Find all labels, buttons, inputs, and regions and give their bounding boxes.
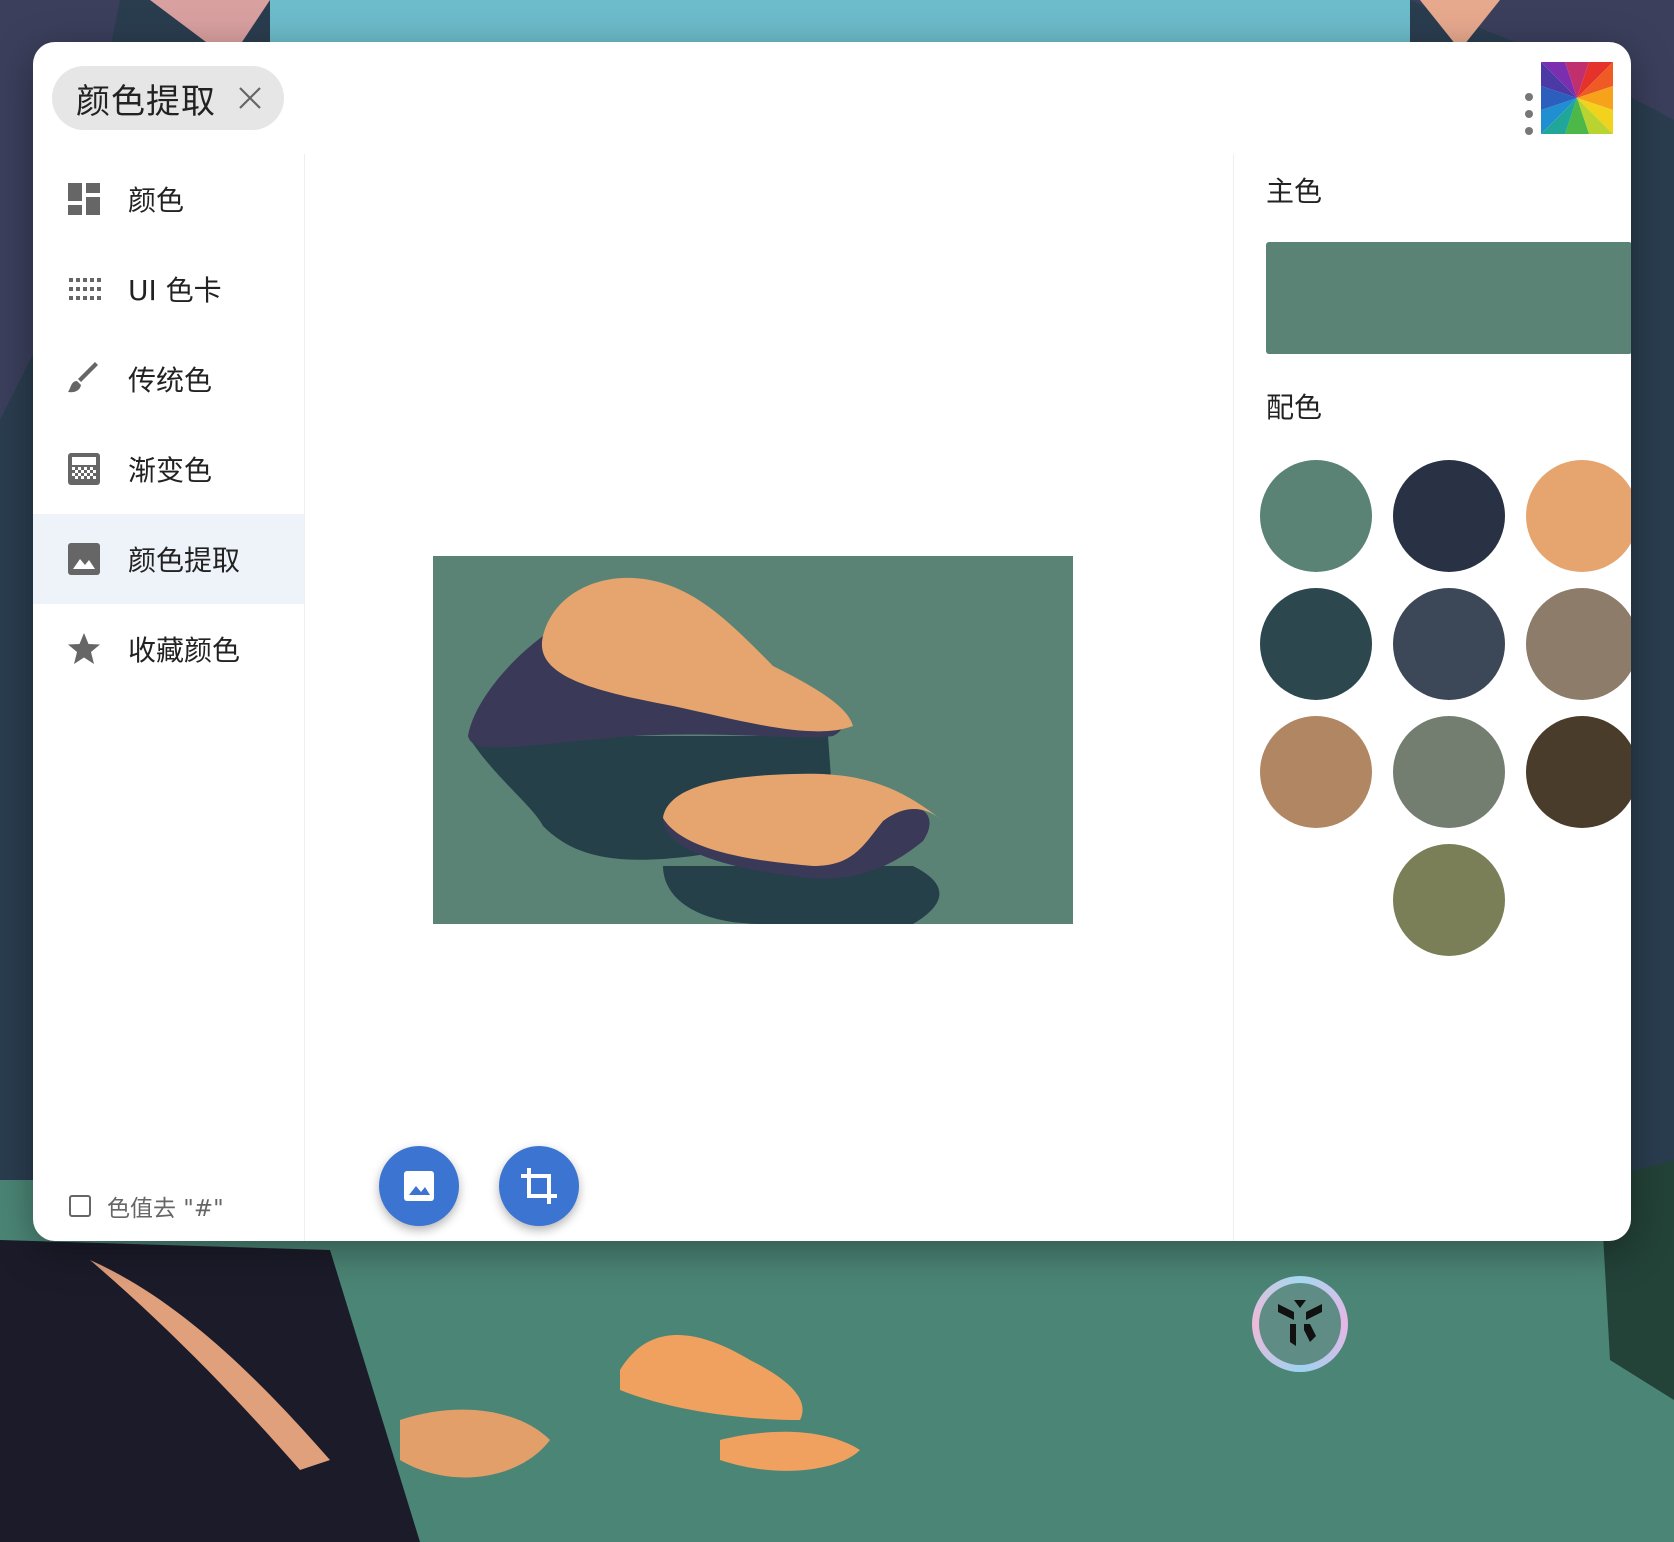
choose-image-button[interactable]	[379, 1146, 459, 1226]
sidebar-item-traditional[interactable]: 传统色	[33, 334, 304, 424]
preview-image	[433, 556, 1073, 924]
sidebar-item-colors[interactable]: 颜色	[33, 154, 304, 244]
crop-image-button[interactable]	[499, 1146, 579, 1226]
color-swatch[interactable]	[1526, 460, 1631, 572]
close-icon[interactable]	[236, 84, 264, 112]
tab-title: 颜色提取	[76, 81, 216, 122]
color-swatch[interactable]	[1393, 460, 1505, 572]
color-swatch[interactable]	[1393, 588, 1505, 700]
sidebar-item-label: UI 色卡	[128, 274, 222, 307]
color-swatch[interactable]	[1260, 588, 1372, 700]
color-swatch[interactable]	[1260, 460, 1372, 572]
sidebar-item-gradient[interactable]: 渐变色	[33, 424, 304, 514]
more-vertical-icon	[1525, 93, 1533, 135]
assistant-logo-icon	[1278, 1300, 1322, 1346]
color-swatch[interactable]	[1260, 716, 1372, 828]
color-swatch[interactable]	[1393, 844, 1505, 956]
color-wheel-logo	[1541, 62, 1613, 134]
floating-assistant-button[interactable]	[1252, 1276, 1348, 1372]
color-swatch[interactable]	[1526, 716, 1631, 828]
app-window: 颜色提取 颜色 UI 色卡 传统色 渐变色 颜色提取 收藏颜色 色值去 "#" …	[33, 42, 1631, 1241]
sidebar-item-label: 颜色	[128, 184, 185, 217]
sidebar-item-color-extract[interactable]: 颜色提取	[33, 514, 304, 604]
sidebar-item-ui-cards[interactable]: UI 色卡	[33, 244, 304, 334]
palette-panel: 主色 配色	[1233, 154, 1631, 1241]
star-icon	[67, 632, 101, 666]
grid-dots-icon	[67, 272, 101, 306]
image-preview-area	[305, 154, 1233, 1241]
primary-color-swatch[interactable]	[1266, 242, 1631, 354]
sidebar-item-label: 颜色提取	[128, 544, 241, 577]
image-icon	[404, 1171, 434, 1201]
gradient-icon	[67, 452, 101, 486]
sidebar: 颜色 UI 色卡 传统色 渐变色 颜色提取 收藏颜色 色值去 "#"	[33, 154, 305, 1241]
crop-icon	[521, 1168, 557, 1204]
color-swatch[interactable]	[1393, 716, 1505, 828]
sidebar-item-label: 收藏颜色	[128, 634, 241, 667]
sidebar-item-label: 渐变色	[128, 454, 213, 487]
tab-color-extract[interactable]: 颜色提取	[52, 66, 284, 130]
remove-hash-label: 色值去 "#"	[107, 1196, 224, 1222]
sidebar-item-label: 传统色	[128, 364, 213, 397]
checkbox-icon[interactable]	[69, 1195, 91, 1217]
primary-color-title: 主色	[1266, 175, 1323, 208]
scheme-colors-title: 配色	[1266, 391, 1323, 424]
color-swatch[interactable]	[1526, 588, 1631, 700]
dashboard-icon	[67, 182, 101, 216]
sidebar-item-favorites[interactable]: 收藏颜色	[33, 604, 304, 694]
brush-icon	[67, 362, 101, 396]
image-icon	[67, 542, 101, 576]
remove-hash-toggle[interactable]: 色值去 "#"	[69, 1189, 224, 1223]
